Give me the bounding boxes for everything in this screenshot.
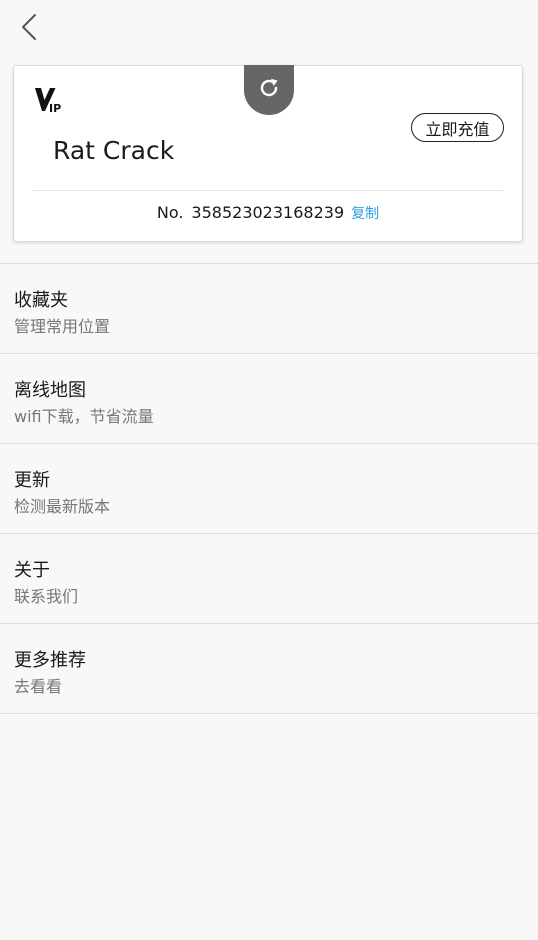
menu-item-title: 更多推荐 [14,650,86,671]
vip-logo: IP [34,86,64,115]
menu-item-title: 离线地图 [14,380,86,401]
account-number-label: No. [156,203,184,222]
menu-item-subtitle: 检测最新版本 [14,497,111,516]
menu-item-subtitle: wifi下载，节省流量 [14,407,154,426]
back-button[interactable] [14,12,44,46]
account-number-value: 358523023168239 [191,203,345,222]
svg-text:IP: IP [49,102,61,114]
menu-item-offline-map[interactable]: 离线地图 wifi下载，节省流量 [0,354,538,444]
menu-item-subtitle: 管理常用位置 [14,317,111,336]
refresh-icon [257,76,281,104]
recharge-button[interactable]: 立即充值 [411,113,504,142]
copy-link[interactable]: 复制 [351,203,379,223]
username: Rat Crack [53,136,175,165]
settings-menu: 收藏夹 管理常用位置 离线地图 wifi下载，节省流量 更新 检测最新版本 关于… [0,263,538,714]
card-divider [33,190,503,191]
chevron-left-icon [20,12,38,46]
menu-item-update[interactable]: 更新 检测最新版本 [0,444,538,534]
menu-item-favorites[interactable]: 收藏夹 管理常用位置 [0,264,538,354]
menu-item-more-recommendations[interactable]: 更多推荐 去看看 [0,624,538,714]
account-card: IP Rat Crack 立即充值 No. 358523023168239 复制 [13,65,523,242]
account-number-row: No. 358523023168239 复制 [14,203,522,223]
menu-item-subtitle: 去看看 [14,677,63,696]
menu-item-title: 收藏夹 [14,290,68,311]
menu-item-subtitle: 联系我们 [14,587,79,606]
menu-item-about[interactable]: 关于 联系我们 [0,534,538,624]
refresh-button[interactable] [244,65,294,115]
menu-item-title: 更新 [14,470,50,491]
menu-item-title: 关于 [14,560,50,581]
